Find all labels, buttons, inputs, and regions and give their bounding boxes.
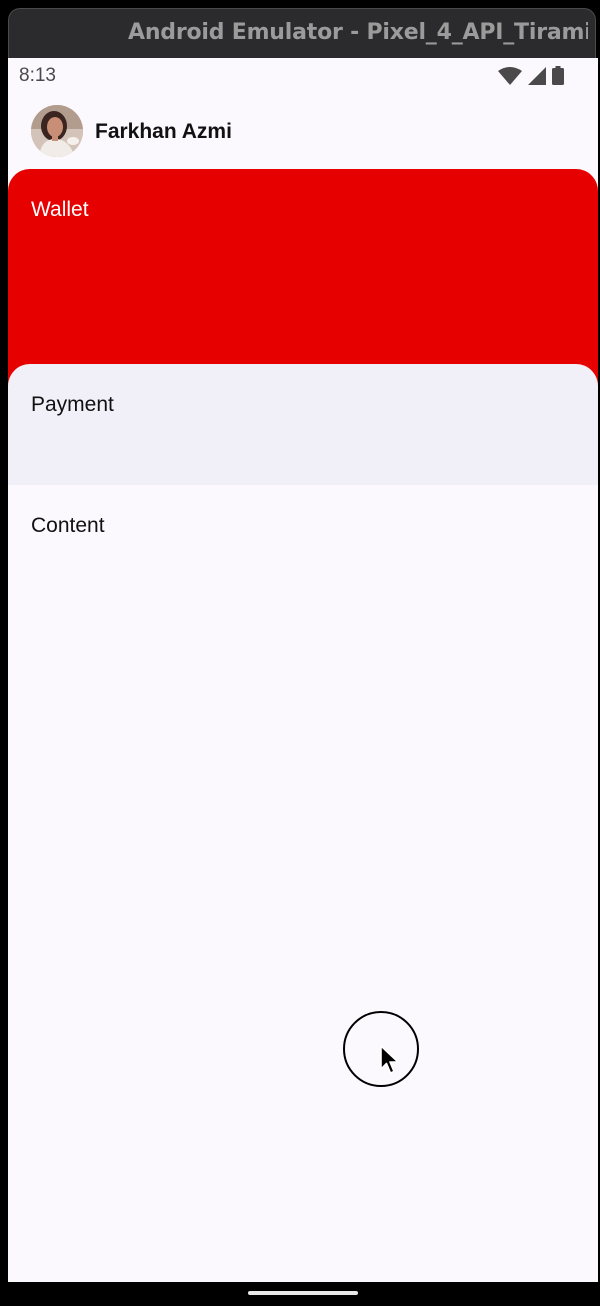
battery-icon [552, 66, 564, 90]
profile-header: Farkhan Azmi [8, 102, 598, 162]
wifi-icon [498, 66, 522, 90]
home-gesture-handle[interactable] [248, 1291, 358, 1295]
emulator-window: Android Emulator - Pixel_4_API_Tiramisu … [0, 0, 600, 1306]
content-label: Content [31, 514, 105, 537]
content-section: Content [8, 485, 598, 1185]
status-bar: 8:13 [8, 58, 598, 94]
window-title: Android Emulator - Pixel_4_API_Tiramisu [128, 20, 588, 45]
wallet-card-label: Wallet [31, 198, 89, 221]
status-icons [498, 66, 564, 90]
emulator-titlebar[interactable]: Android Emulator - Pixel_4_API_Tiramisu [8, 8, 596, 58]
user-name: Farkhan Azmi [95, 120, 232, 143]
mouse-pointer-icon [380, 1045, 400, 1080]
avatar[interactable] [31, 105, 83, 157]
device-screen: 8:13 Farkhan Azmi Wallet Payment Content [8, 58, 598, 1282]
status-time: 8:13 [19, 65, 56, 86]
signal-icon [528, 66, 546, 90]
navigation-bar [8, 1282, 598, 1306]
payment-card-label: Payment [31, 393, 114, 416]
payment-card[interactable]: Payment [8, 364, 598, 485]
